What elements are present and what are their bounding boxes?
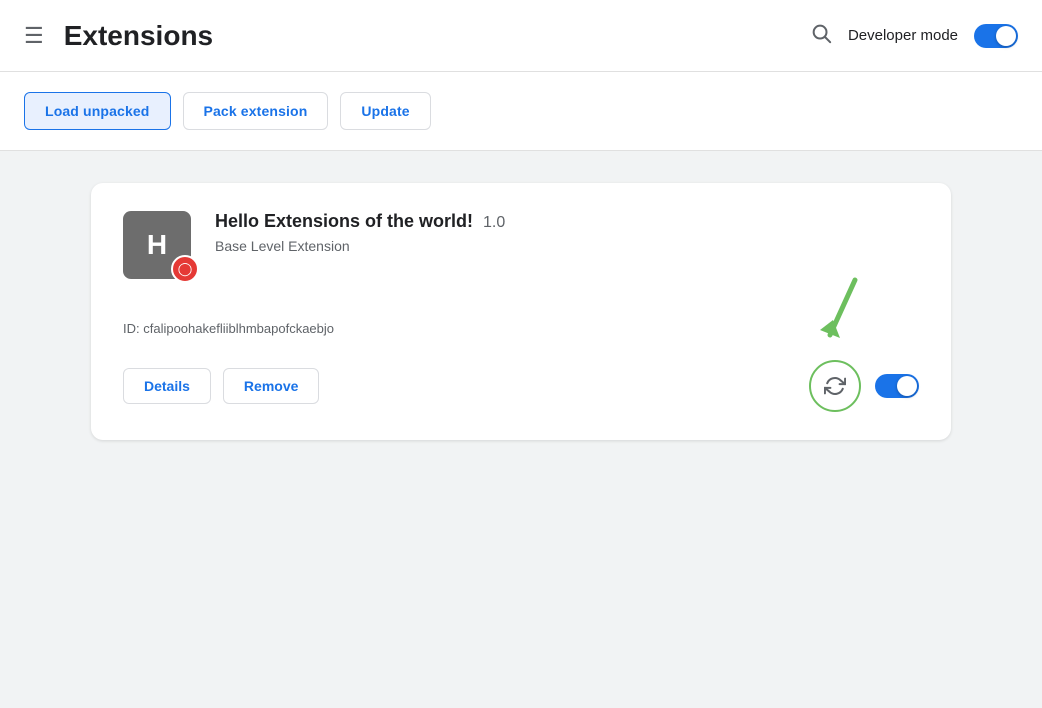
extension-toggle-knob [897, 376, 917, 396]
menu-icon[interactable]: ☰ [24, 23, 44, 49]
extension-description: Base Level Extension [215, 238, 919, 254]
extension-icon-wrapper: H ◯ [123, 211, 195, 283]
arrow-annotation-icon [785, 270, 875, 360]
toggle-knob [996, 26, 1016, 46]
camera-icon: ◯ [178, 261, 193, 277]
extension-version: 1.0 [483, 214, 505, 232]
page-title: Extensions [64, 20, 810, 52]
extension-info: Hello Extensions of the world! 1.0 Base … [215, 211, 919, 254]
card-right-controls [809, 360, 919, 412]
extension-card: H ◯ Hello Extensions of the world! 1.0 B… [91, 183, 951, 440]
update-button[interactable]: Update [340, 92, 430, 130]
refresh-button[interactable] [809, 360, 861, 412]
extension-toggle[interactable] [875, 374, 919, 398]
refresh-button-wrapper [809, 360, 861, 412]
header-right: Developer mode [810, 22, 1018, 50]
extensions-page: ☰ Extensions Developer mode Load unpacke… [0, 0, 1042, 708]
card-bottom: Details Remove [123, 360, 919, 412]
extension-name-row: Hello Extensions of the world! 1.0 [215, 211, 919, 232]
pack-extension-button[interactable]: Pack extension [183, 92, 329, 130]
developer-mode-label: Developer mode [848, 27, 958, 44]
header: ☰ Extensions Developer mode [0, 0, 1042, 72]
extension-badge: ◯ [171, 255, 199, 283]
toolbar: Load unpacked Pack extension Update [0, 72, 1042, 151]
details-button[interactable]: Details [123, 368, 211, 404]
remove-button[interactable]: Remove [223, 368, 319, 404]
extension-icon-letter: H [147, 229, 167, 261]
load-unpacked-button[interactable]: Load unpacked [24, 92, 171, 130]
main-content: H ◯ Hello Extensions of the world! 1.0 B… [0, 151, 1042, 708]
developer-mode-toggle[interactable] [974, 24, 1018, 48]
search-icon[interactable] [810, 22, 832, 50]
extension-name: Hello Extensions of the world! [215, 211, 473, 232]
